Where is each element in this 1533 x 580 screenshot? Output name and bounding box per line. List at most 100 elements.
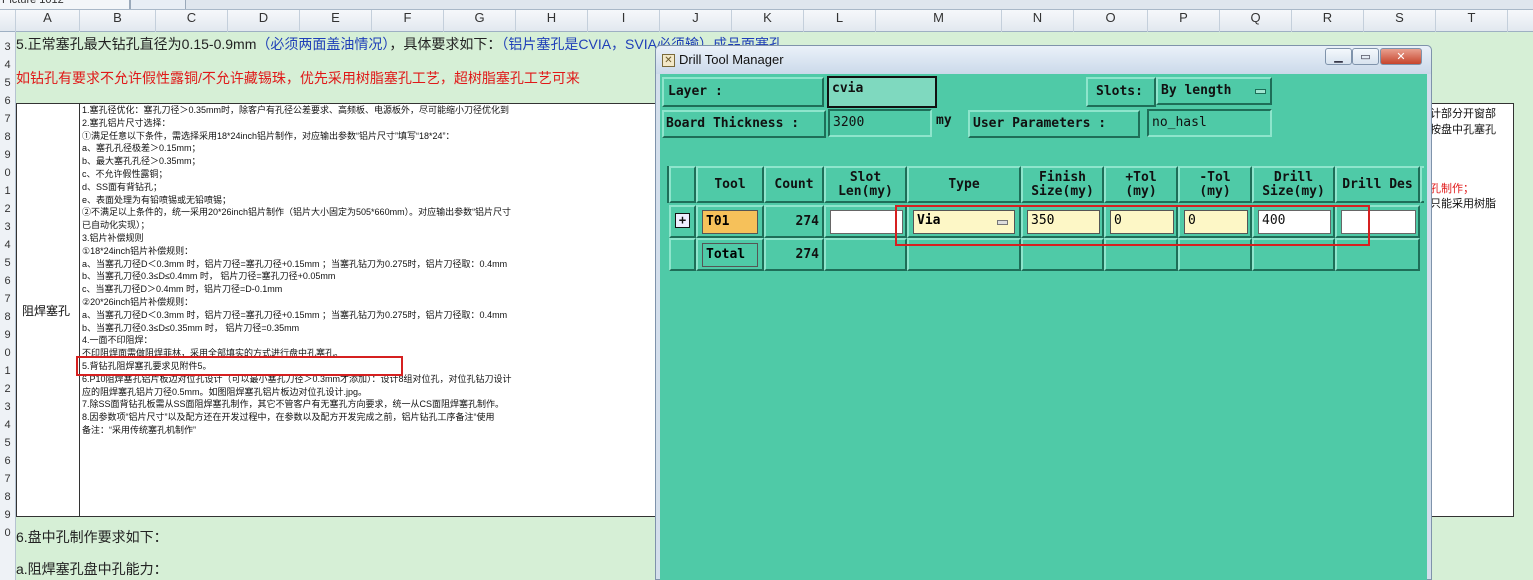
content-line: e、表面处理为有铅喷锡或无铅喷锡； xyxy=(82,194,232,205)
content-line: 备注：“采用传统塞孔机制作” xyxy=(82,424,196,435)
dialog-client-area: Layer : cvia Slots: By length Board Thic… xyxy=(660,74,1427,580)
minimize-button[interactable]: ▁ xyxy=(1325,48,1352,65)
col-header[interactable]: M xyxy=(876,10,1002,32)
row-header[interactable]: 4 xyxy=(0,416,15,434)
col-header[interactable]: H xyxy=(516,10,588,32)
row-header[interactable]: 3 xyxy=(0,218,15,236)
highlight-box-sheet xyxy=(76,356,403,376)
row-header[interactable]: 3 xyxy=(0,38,15,56)
col-header[interactable]: N xyxy=(1002,10,1074,32)
content-line: d、SS面有背钻孔； xyxy=(82,181,163,192)
header-finish-size[interactable]: Finish Size(my) xyxy=(1021,166,1104,203)
user-parameters-field[interactable]: no_hasl xyxy=(1147,109,1272,137)
row-header[interactable]: 7 xyxy=(0,290,15,308)
col-header[interactable]: S xyxy=(1364,10,1436,32)
col-header[interactable]: G xyxy=(444,10,516,32)
cell-content: 1.塞孔径优化：塞孔刀径＞0.35mm时，除客户有孔径公差要求、高频板、电源板外… xyxy=(82,103,654,515)
header-slot-len[interactable]: Slot Len(my) xyxy=(824,166,907,203)
col-header[interactable]: O xyxy=(1074,10,1148,32)
header-drill-size[interactable]: Drill Size(my) xyxy=(1252,166,1335,203)
row-header[interactable]: 4 xyxy=(0,236,15,254)
close-button[interactable]: ✕ xyxy=(1380,48,1422,65)
sheet-tab-strip: Picture 1012 xyxy=(0,0,1533,10)
col-header[interactable]: T xyxy=(1436,10,1508,32)
header-type[interactable]: Type xyxy=(907,166,1021,203)
board-thickness-unit: my xyxy=(936,113,952,128)
content-line: a、当塞孔刀径D＜0.3mm 时，铝片刀径=塞孔刀径+0.15mm ；当塞孔钻刀… xyxy=(82,309,508,320)
row-header[interactable]: 4 xyxy=(0,56,15,74)
header-plus-tol[interactable]: +Tol (my) xyxy=(1104,166,1178,203)
row-header[interactable]: 2 xyxy=(0,380,15,398)
col-header[interactable]: I xyxy=(588,10,660,32)
content-line: ②20*26inch铝片补偿规则： xyxy=(82,296,194,307)
header-drill-des[interactable]: Drill Des xyxy=(1335,166,1420,203)
row-header[interactable]: 9 xyxy=(0,506,15,524)
row-header[interactable]: 2 xyxy=(0,200,15,218)
col-header[interactable]: D xyxy=(228,10,300,32)
row-header[interactable]: 8 xyxy=(0,128,15,146)
window-title: Drill Tool Manager xyxy=(679,52,784,67)
layer-label: Layer : xyxy=(662,77,824,107)
line-5-text-a: 5.正常塞孔最大钻孔直径为0.15-0.9mm xyxy=(16,36,257,52)
row-header[interactable]: 0 xyxy=(0,344,15,362)
row-header[interactable]: 6 xyxy=(0,272,15,290)
row-header[interactable]: 1 xyxy=(0,362,15,380)
slot-len-input[interactable] xyxy=(830,210,903,234)
maximize-button[interactable]: ▭ xyxy=(1352,48,1379,65)
row-header[interactable]: 5 xyxy=(0,254,15,272)
sheet-warning-line: 如钻孔有要求不允许假性露铜/不允许藏锡珠，优先采用树脂塞孔工艺，超树脂塞孔工艺可… xyxy=(16,70,580,86)
row-header[interactable]: 6 xyxy=(0,452,15,470)
col-header[interactable]: E xyxy=(300,10,372,32)
row-header[interactable]: 8 xyxy=(0,308,15,326)
row-header[interactable]: 8 xyxy=(0,488,15,506)
content-line: ①满足任意以下条件，需选择采用18*24inch铝片制作，对应输出参数“铝片尺寸… xyxy=(82,130,455,141)
select-all-corner[interactable] xyxy=(0,10,16,32)
total-label-cell: Total xyxy=(696,238,764,271)
row-header[interactable]: 9 xyxy=(0,326,15,344)
col-header[interactable]: R xyxy=(1292,10,1364,32)
row-header[interactable]: 9 xyxy=(0,146,15,164)
expand-icon[interactable]: + xyxy=(675,213,690,228)
col-header[interactable]: Q xyxy=(1220,10,1292,32)
header-minus-tol[interactable]: -Tol (my) xyxy=(1178,166,1252,203)
row-header[interactable]: 7 xyxy=(0,110,15,128)
row-header[interactable]: 0 xyxy=(0,164,15,182)
content-line: a、塞孔孔径极差＞0.15mm； xyxy=(82,143,201,154)
row-header[interactable]: 1 xyxy=(0,182,15,200)
row-header[interactable]: 6 xyxy=(0,92,15,110)
content-line: b、当塞孔刀径0.3≤D≤0.35mm 时， 铝片刀径=0.35mm xyxy=(82,322,300,333)
cell-label: 阻焊塞孔 xyxy=(22,304,71,318)
col-header[interactable]: F xyxy=(372,10,444,32)
row-header[interactable]: 7 xyxy=(0,470,15,488)
board-thickness-field[interactable]: 3200 xyxy=(828,109,932,137)
header-tool[interactable]: Tool xyxy=(696,166,764,203)
content-line: ②不满足以上条件的，统一采用20*26inch铝片制作（铝片大小固定为505*6… xyxy=(82,207,512,218)
count-cell: 274 xyxy=(764,205,824,238)
user-parameters-button[interactable]: User Parameters : xyxy=(968,110,1140,138)
dropdown-indicator-icon xyxy=(1255,89,1266,94)
content-line: 1.塞孔径优化：塞孔刀径＞0.35mm时，除客户有孔径公差要求、高频板、电源板外… xyxy=(82,105,510,115)
header-count[interactable]: Count xyxy=(764,166,824,203)
col-header[interactable]: P xyxy=(1148,10,1220,32)
slots-dropdown[interactable]: By length xyxy=(1156,77,1272,105)
row-header[interactable]: 5 xyxy=(0,434,15,452)
content-line: 应的阻焊塞孔铝片刀径0.5mm。如图阻焊塞孔铝片板边对位孔设计.jpg。 xyxy=(82,386,368,397)
sheet-tab-2[interactable] xyxy=(130,0,186,9)
sheet-tab[interactable]: Picture 1012 xyxy=(0,0,130,9)
col-header[interactable]: B xyxy=(80,10,156,32)
layer-field[interactable]: cvia xyxy=(827,76,937,108)
row-selector[interactable]: + xyxy=(669,205,696,238)
total-label: Total xyxy=(702,243,758,267)
col-header[interactable]: A xyxy=(16,10,80,32)
col-header[interactable]: K xyxy=(732,10,804,32)
col-header[interactable]: C xyxy=(156,10,228,32)
col-header[interactable]: L xyxy=(804,10,876,32)
tool-button[interactable]: T01 xyxy=(702,210,758,234)
row-header[interactable]: 3 xyxy=(0,398,15,416)
col-header[interactable]: J xyxy=(660,10,732,32)
row-selector-header xyxy=(669,166,696,203)
row-header[interactable]: 0 xyxy=(0,524,15,542)
column-header-bar: A B C D E F G H I J K L M N O P Q R S T xyxy=(0,10,1533,32)
window-titlebar[interactable]: ✕ Drill Tool Manager ▁ ▭ ✕ xyxy=(656,46,1431,74)
row-header[interactable]: 5 xyxy=(0,74,15,92)
